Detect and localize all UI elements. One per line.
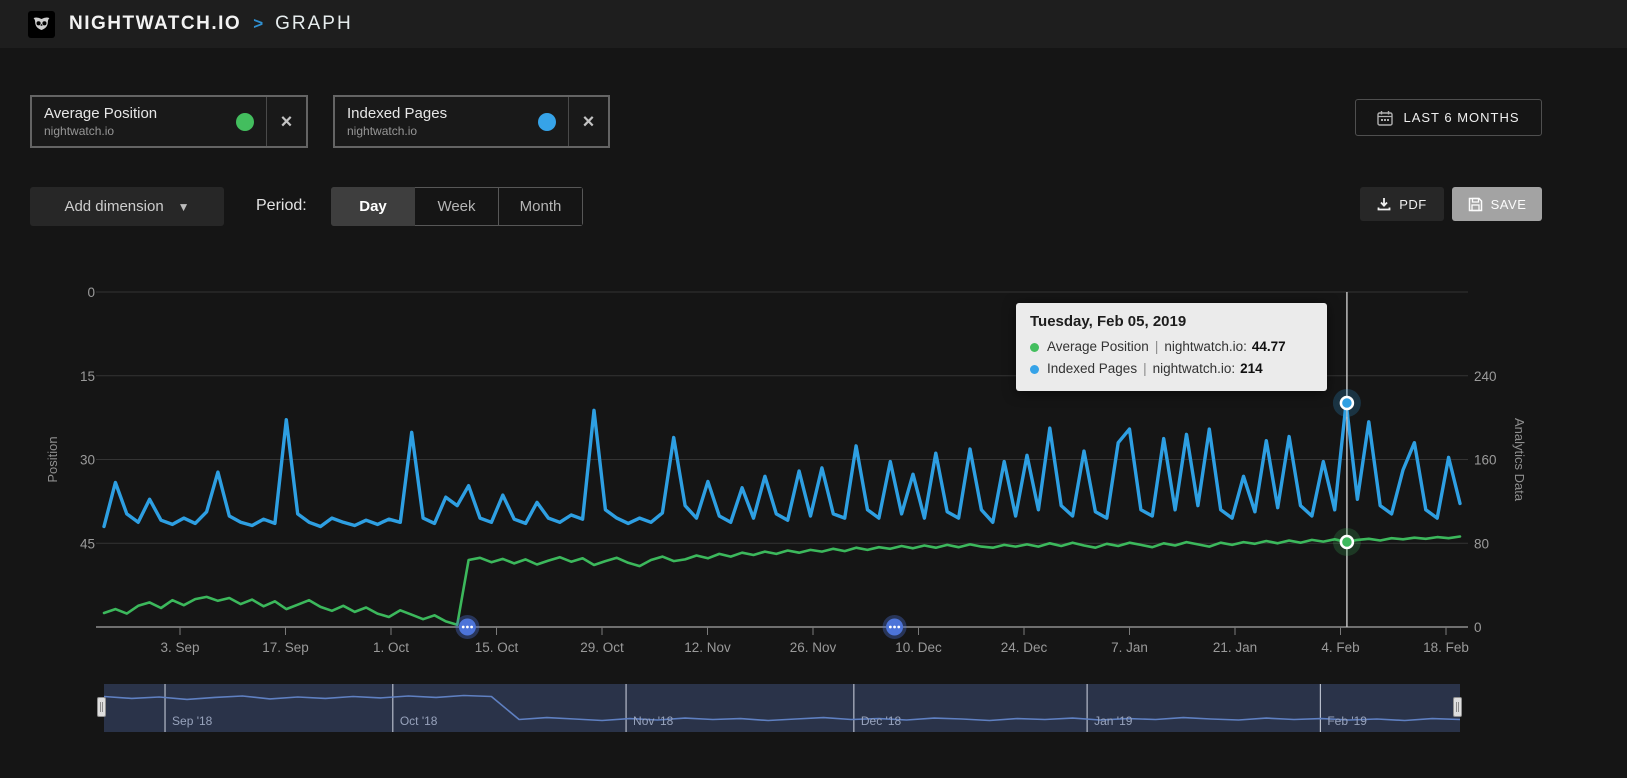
- navigator-background: [104, 684, 1460, 732]
- x-axis-label: 7. Jan: [1111, 640, 1148, 655]
- x-axis-label: 15. Oct: [475, 640, 519, 655]
- left-axis-tick: 15: [80, 369, 95, 384]
- tooltip-series-label: Indexed Pages: [1047, 358, 1137, 380]
- right-axis-tick: 0: [1474, 620, 1482, 635]
- navigator-canvas[interactable]: [104, 684, 1460, 732]
- tooltip-separator: |: [1143, 358, 1147, 380]
- period-day-button[interactable]: Day: [331, 187, 415, 226]
- metric-subtitle: nightwatch.io: [347, 124, 538, 138]
- period-month-button[interactable]: Month: [499, 187, 583, 226]
- date-range-label: LAST 6 MONTHS: [1403, 110, 1519, 125]
- chart-canvas[interactable]: 3. Sep 17. Sep 1. Oct 15. Oct 29. Oct 12. Nov…: [0, 268, 1627, 663]
- left-axis-title: Position: [45, 436, 60, 482]
- period-week-button[interactable]: Week: [415, 187, 499, 226]
- tooltip-value: 214: [1240, 358, 1263, 380]
- tooltip-row-average-position: Average Position | nightwatch.io: 44.77: [1030, 336, 1313, 358]
- x-axis-label: 18. Feb: [1423, 640, 1469, 655]
- annotation-marker[interactable]: [883, 615, 907, 639]
- x-axis-label: 26. Nov: [790, 640, 837, 655]
- tooltip-site: nightwatch.io:: [1164, 336, 1247, 358]
- save-icon: [1468, 197, 1483, 212]
- x-axis-label: 4. Feb: [1321, 640, 1359, 655]
- main-chart[interactable]: 3. Sep 17. Sep 1. Oct 15. Oct 29. Oct 12. Nov…: [0, 268, 1627, 663]
- annotation-marker[interactable]: [455, 615, 479, 639]
- x-axis-label: 29. Oct: [580, 640, 624, 655]
- average-position-marker: [1341, 536, 1353, 548]
- tooltip-value: 44.77: [1252, 336, 1286, 358]
- save-button[interactable]: SAVE: [1452, 187, 1542, 221]
- period-toggle: Day Week Month: [331, 187, 583, 226]
- x-axis-label: 21. Jan: [1213, 640, 1257, 655]
- download-icon: [1377, 197, 1391, 211]
- pdf-export-button[interactable]: PDF: [1360, 187, 1444, 221]
- right-axis-tick: 80: [1474, 536, 1489, 551]
- app-root: NIGHTWATCH.IO > GRAPH Average Position n…: [0, 0, 1627, 778]
- right-axis-title: Analytics Data: [1512, 418, 1527, 502]
- breadcrumb-chevron-icon: >: [253, 14, 263, 34]
- x-axis-label: 10. Dec: [895, 640, 942, 655]
- owl-icon: [32, 15, 51, 34]
- brand-name[interactable]: NIGHTWATCH.IO: [69, 13, 241, 35]
- left-axis-tick: 30: [80, 453, 95, 468]
- indexed-pages-line: [104, 403, 1460, 527]
- date-range-button[interactable]: LAST 6 MONTHS: [1355, 99, 1542, 136]
- average-position-line: [104, 537, 1460, 625]
- calendar-icon: [1377, 110, 1393, 126]
- metric-card-indexed-pages[interactable]: Indexed Pages nightwatch.io ×: [333, 95, 610, 148]
- chevron-down-icon: ▼: [178, 200, 190, 214]
- nightwatch-logo[interactable]: [28, 11, 55, 38]
- metric-title: Indexed Pages: [347, 105, 538, 122]
- pdf-label: PDF: [1399, 197, 1427, 212]
- chart-tooltip: Tuesday, Feb 05, 2019 Average Position |…: [1016, 303, 1327, 391]
- period-label: Period:: [256, 197, 307, 215]
- remove-metric-button[interactable]: ×: [266, 97, 306, 146]
- right-axis-tick: 240: [1474, 369, 1497, 384]
- range-navigator[interactable]: Sep '18Oct '18Nov '18Dec '18Jan '19Feb '…: [104, 684, 1460, 732]
- save-label: SAVE: [1491, 197, 1527, 212]
- top-nav: NIGHTWATCH.IO > GRAPH: [0, 0, 1627, 48]
- navigator-right-handle[interactable]: [1453, 697, 1462, 717]
- close-icon: ×: [281, 112, 293, 132]
- left-axis-tick: 45: [80, 536, 95, 551]
- page-title: GRAPH: [275, 13, 353, 35]
- metric-color-dot: [538, 113, 556, 131]
- metric-card-average-position[interactable]: Average Position nightwatch.io ×: [30, 95, 308, 148]
- x-axis-label: 3. Sep: [160, 640, 199, 655]
- remove-metric-button[interactable]: ×: [568, 97, 608, 146]
- left-axis-tick: 0: [87, 285, 95, 300]
- series-color-dot: [1030, 343, 1039, 352]
- tooltip-site: nightwatch.io:: [1153, 358, 1236, 380]
- x-axis-label: 1. Oct: [373, 640, 409, 655]
- x-axis-label: 12. Nov: [684, 640, 731, 655]
- series-color-dot: [1030, 365, 1039, 374]
- close-icon: ×: [583, 112, 595, 132]
- navigator-left-handle[interactable]: [97, 697, 106, 717]
- tooltip-row-indexed-pages: Indexed Pages | nightwatch.io: 214: [1030, 358, 1313, 380]
- x-axis-label: 24. Dec: [1001, 640, 1048, 655]
- metric-subtitle: nightwatch.io: [44, 124, 236, 138]
- metric-color-dot: [236, 113, 254, 131]
- tooltip-series-label: Average Position: [1047, 336, 1149, 358]
- right-axis-tick: 160: [1474, 453, 1497, 468]
- tooltip-separator: |: [1155, 336, 1159, 358]
- tooltip-date: Tuesday, Feb 05, 2019: [1030, 313, 1313, 330]
- indexed-pages-marker: [1341, 397, 1353, 409]
- x-axis-label: 17. Sep: [262, 640, 309, 655]
- metric-title: Average Position: [44, 105, 236, 122]
- metric-card-text: Average Position nightwatch.io: [32, 105, 236, 138]
- add-dimension-button[interactable]: Add dimension ▼: [30, 187, 224, 226]
- add-dimension-label: Add dimension: [64, 198, 163, 215]
- metric-card-text: Indexed Pages nightwatch.io: [335, 105, 538, 138]
